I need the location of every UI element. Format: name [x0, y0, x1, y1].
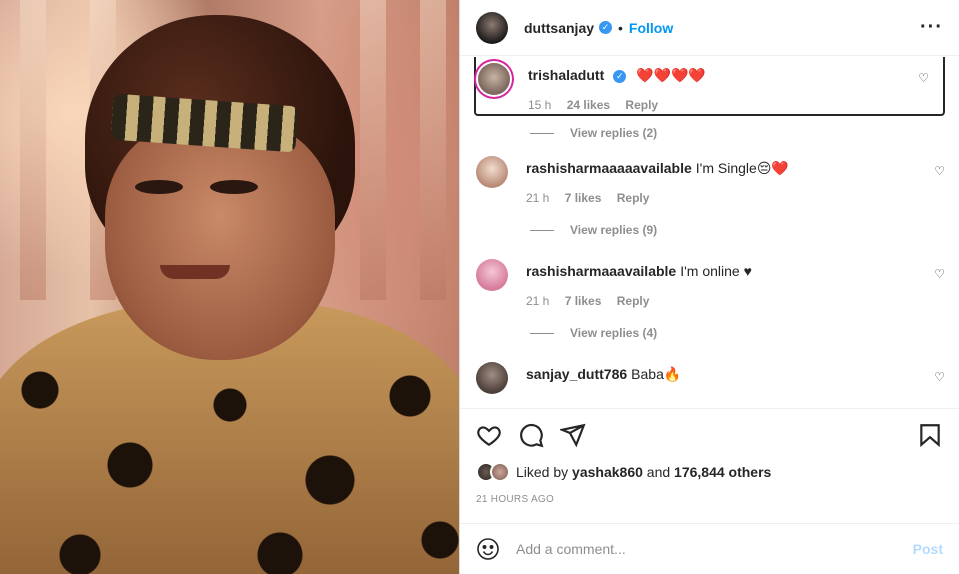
view-replies-button[interactable]: View replies (9) — [530, 213, 959, 247]
liker-avatar[interactable] — [490, 462, 510, 482]
post-header: duttsanjay ✓ • Follow ··· — [460, 0, 959, 56]
view-replies-button[interactable]: View replies (4) — [530, 316, 959, 350]
comment-likes[interactable]: 24 likes — [567, 98, 610, 112]
comment: rashisharmaaaaavailable I'm Single😔❤️ 21 … — [460, 150, 959, 205]
view-replies-label: View replies (2) — [570, 126, 658, 140]
verified-badge-icon: ✓ — [599, 21, 613, 34]
post-image[interactable] — [0, 0, 459, 574]
comments-list[interactable]: trishaladutt ✓ ❤️❤️❤️❤️ 15 h 24 likes Rep… — [460, 57, 959, 407]
commenter-avatar[interactable] — [476, 156, 508, 188]
comment-time[interactable]: 21 h — [526, 191, 549, 205]
comment-composer: Post — [460, 523, 959, 574]
verified-badge-icon: ✓ — [613, 69, 627, 83]
comment-input[interactable] — [516, 541, 913, 557]
post-actions: Liked by yashak860 and 176,844 others 21… — [460, 408, 959, 505]
like-comment-heart-icon[interactable]: ♡ — [918, 71, 929, 85]
owner-username[interactable]: duttsanjay — [524, 20, 594, 36]
comment-icon[interactable] — [518, 422, 544, 448]
more-horizontal-icon[interactable]: ··· — [920, 16, 943, 39]
like-comment-heart-icon[interactable]: ♡ — [934, 267, 945, 281]
like-comment-heart-icon[interactable]: ♡ — [934, 370, 945, 384]
view-replies-label: View replies (9) — [570, 223, 658, 237]
view-replies-button[interactable]: View replies (2) — [530, 116, 959, 150]
liked-by-others[interactable]: 176,844 others — [674, 464, 771, 480]
reply-button[interactable]: Reply — [625, 98, 658, 112]
view-replies-label: View replies (4) — [570, 326, 658, 340]
comment: rashisharmaaavailable I'm online ♥ 21 h 7… — [460, 253, 959, 308]
follow-button[interactable]: Follow — [629, 20, 673, 36]
comment-text: Baba🔥 — [631, 366, 682, 382]
likes-summary: Liked by yashak860 and 176,844 others — [476, 462, 943, 482]
bookmark-icon[interactable] — [917, 422, 943, 448]
post-timestamp[interactable]: 21 HOURS AGO — [476, 494, 943, 505]
comment-text: I'm online ♥ — [680, 263, 752, 279]
like-comment-heart-icon[interactable]: ♡ — [934, 164, 945, 178]
comment-username[interactable]: sanjay_dutt786 — [526, 366, 627, 382]
comment-username[interactable]: trishaladutt — [528, 67, 604, 83]
comment-text: ❤️❤️❤️❤️ — [636, 67, 706, 83]
share-icon[interactable] — [560, 422, 586, 448]
commenter-avatar[interactable] — [476, 362, 508, 394]
liked-by-and: and — [646, 464, 671, 480]
comment-likes[interactable]: 7 likes — [565, 294, 602, 308]
comment-username[interactable]: rashisharmaaaaavailable — [526, 160, 692, 176]
owner-avatar[interactable] — [476, 11, 508, 44]
post-panel: duttsanjay ✓ • Follow ··· trishaladutt ✓ … — [459, 0, 959, 574]
commenter-avatar[interactable] — [478, 63, 510, 95]
post-button[interactable]: Post — [913, 541, 943, 557]
comment-text: I'm Single😔❤️ — [695, 160, 789, 176]
reply-button[interactable]: Reply — [617, 191, 650, 205]
highlighted-comment: trishaladutt ✓ ❤️❤️❤️❤️ 15 h 24 likes Rep… — [474, 57, 945, 116]
reply-button[interactable]: Reply — [617, 294, 650, 308]
comment-likes[interactable]: 7 likes — [565, 191, 602, 205]
smiley-icon[interactable] — [476, 537, 500, 561]
comment: trishaladutt ✓ ❤️❤️❤️❤️ 15 h 24 likes Rep… — [476, 57, 943, 112]
comment-username[interactable]: rashisharmaaavailable — [526, 263, 676, 279]
comment: sanjay_dutt786 Baba🔥 ♡ — [460, 356, 959, 394]
liked-by-prefix: Liked by — [516, 464, 569, 480]
comment-time[interactable]: 15 h — [528, 98, 551, 112]
heart-icon[interactable] — [476, 422, 502, 448]
liked-by-user[interactable]: yashak860 — [572, 464, 643, 480]
commenter-avatar[interactable] — [476, 259, 508, 291]
separator-dot: • — [618, 19, 623, 36]
comment-time[interactable]: 21 h — [526, 294, 549, 308]
